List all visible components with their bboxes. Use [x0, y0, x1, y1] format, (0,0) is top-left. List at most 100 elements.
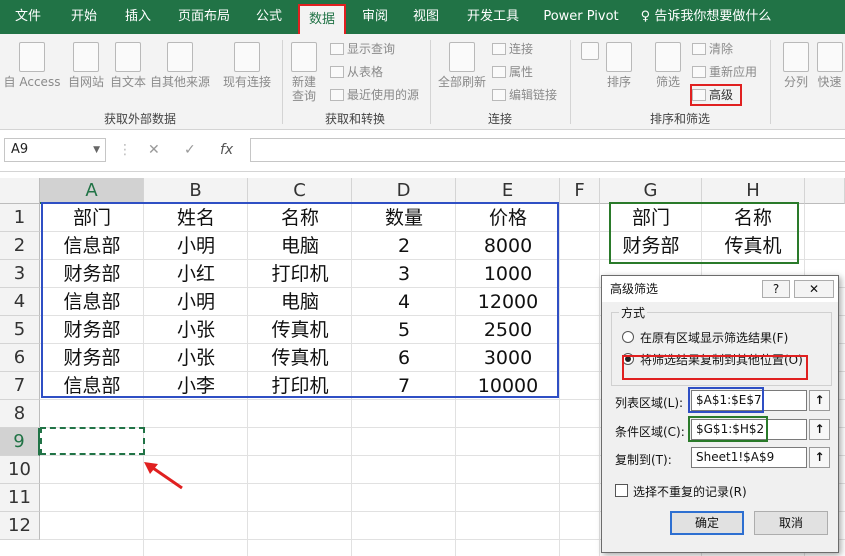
chevron-down-icon[interactable]: ▼	[93, 139, 100, 161]
clear-filter-icon	[692, 43, 706, 55]
text-to-columns-button[interactable]: 分列	[776, 42, 816, 89]
column-header-e[interactable]: E	[456, 178, 560, 204]
tab-home[interactable]: 开始	[60, 0, 108, 34]
row-header-12[interactable]: 12	[0, 512, 40, 540]
group-label-connections: 连接	[487, 112, 512, 126]
sort-icon	[606, 42, 632, 72]
ribbon-separator	[770, 40, 771, 124]
properties-icon	[492, 66, 506, 78]
properties-button[interactable]: 属性	[492, 64, 533, 80]
ok-button[interactable]: 确定	[670, 511, 744, 535]
group-label-get-transform: 获取和转换	[324, 112, 385, 126]
criteria-range-outline	[609, 202, 799, 264]
ribbon: 自 Access 自网站 自文本 自其他来源 现有连接 获取外部数据 新建 查询 …	[0, 34, 845, 130]
from-other-sources-button[interactable]: 自其他来源	[150, 42, 210, 89]
row-header-5[interactable]: 5	[0, 316, 40, 344]
collapse-dialog-icon[interactable]: ↑	[809, 419, 830, 440]
show-query-button[interactable]: 显示查询	[330, 41, 395, 57]
cancel-icon[interactable]: ✕	[148, 138, 160, 162]
edit-links-button[interactable]: 编辑链接	[492, 87, 557, 103]
tab-developer[interactable]: 开发工具	[458, 0, 528, 34]
ribbon-tabs: 文件 开始 插入 页面布局 公式 数据 审阅 视图 开发工具 Power Piv…	[0, 0, 845, 34]
table-icon	[330, 43, 344, 55]
column-header-a[interactable]: A	[40, 178, 144, 204]
row-header-2[interactable]: 2	[0, 232, 40, 260]
tab-power-pivot[interactable]: Power Pivot	[538, 0, 624, 34]
existing-connections-icon	[234, 42, 260, 72]
row-header-4[interactable]: 4	[0, 288, 40, 316]
column-header-c[interactable]: C	[248, 178, 352, 204]
from-table-button[interactable]: 从表格	[330, 64, 383, 80]
flash-fill-icon	[816, 42, 843, 72]
help-button[interactable]: ?	[762, 280, 790, 298]
clear-button[interactable]: 清除	[692, 41, 733, 57]
copy-to-input[interactable]: Sheet1!$A$9	[691, 447, 807, 468]
tab-insert[interactable]: 插入	[114, 0, 162, 34]
flash-fill-button[interactable]: 快速	[814, 42, 845, 89]
tab-data[interactable]: 数据	[298, 4, 346, 34]
cancel-button[interactable]: 取消	[754, 511, 828, 535]
advanced-filter-dialog: 高级筛选 ? ✕ 方式 在原有区域显示筛选结果(F) 将筛选结果复制到其他位置(…	[601, 275, 839, 553]
unique-records-checkbox[interactable]	[615, 484, 628, 497]
column-header-g[interactable]: G	[600, 178, 702, 204]
table-icon	[330, 66, 344, 78]
sort-button[interactable]: 排序	[604, 42, 634, 89]
from-web-button[interactable]: 自网站	[64, 42, 108, 89]
new-query-icon	[291, 42, 317, 72]
formula-bar: A9 ▼ ⋮ ✕ ✓ fx	[0, 130, 845, 172]
criteria-range-label: 条件区域(C):	[615, 425, 685, 439]
row-header-9[interactable]: 9	[0, 428, 40, 456]
name-box[interactable]: A9 ▼	[4, 138, 106, 162]
tell-me-box[interactable]: ♀ 告诉我你想要做什么	[636, 0, 776, 34]
recent-sources-button[interactable]: 最近使用的源	[330, 87, 419, 103]
row-header-3[interactable]: 3	[0, 260, 40, 288]
column-header-d[interactable]: D	[352, 178, 456, 204]
copy-to-label: 复制到(T):	[615, 453, 672, 467]
filter-button[interactable]: 筛选	[650, 42, 686, 89]
sort-az-button[interactable]	[576, 42, 604, 63]
row-header-10[interactable]: 10	[0, 456, 40, 484]
column-header-h[interactable]: H	[702, 178, 805, 204]
reapply-icon	[692, 66, 706, 78]
tab-view[interactable]: 视图	[404, 0, 448, 34]
formula-input[interactable]	[250, 138, 845, 162]
from-text-button[interactable]: 自文本	[106, 42, 150, 89]
criteria-range-highlight	[688, 416, 768, 442]
tab-review[interactable]: 审阅	[354, 0, 396, 34]
reapply-button[interactable]: 重新应用	[692, 64, 757, 80]
from-access-button[interactable]: 自 Access	[2, 42, 62, 89]
collapse-dialog-icon[interactable]: ↑	[809, 447, 830, 468]
collapse-dialog-icon[interactable]: ↑	[809, 390, 830, 411]
ribbon-separator	[430, 40, 431, 124]
split-icon	[783, 42, 809, 72]
tab-file[interactable]: 文件	[4, 0, 52, 34]
existing-connections-button[interactable]: 现有连接	[220, 42, 274, 89]
close-button[interactable]: ✕	[794, 280, 834, 298]
web-icon	[73, 42, 99, 72]
new-query-button[interactable]: 新建 查询	[286, 42, 322, 103]
enter-icon[interactable]: ✓	[184, 138, 196, 162]
radio-in-place-label[interactable]: 在原有区域显示筛选结果(F)	[640, 329, 788, 346]
text-file-icon	[115, 42, 141, 72]
sort-az-icon	[581, 42, 599, 60]
unique-records-label[interactable]: 选择不重复的记录(R)	[633, 483, 747, 500]
row-header-11[interactable]: 11	[0, 484, 40, 512]
row-header-6[interactable]: 6	[0, 344, 40, 372]
row-header-7[interactable]: 7	[0, 372, 40, 400]
row-header-8[interactable]: 8	[0, 400, 40, 428]
column-header-f[interactable]: F	[560, 178, 600, 204]
row-header-1[interactable]: 1	[0, 204, 40, 232]
clock-icon	[330, 89, 344, 101]
tab-formulas[interactable]: 公式	[246, 0, 292, 34]
insert-function-icon[interactable]: fx	[220, 138, 233, 162]
connections-button[interactable]: 连接	[492, 41, 533, 57]
select-all-corner[interactable]	[0, 178, 40, 204]
list-range-label: 列表区域(L):	[615, 396, 684, 410]
column-header-b[interactable]: B	[144, 178, 248, 204]
radio-in-place[interactable]	[622, 331, 634, 343]
lightbulb-icon: ♀	[640, 9, 655, 24]
refresh-all-button[interactable]: 全部刷新	[434, 42, 490, 89]
ribbon-separator	[282, 40, 283, 124]
list-range-highlight	[688, 387, 764, 413]
tab-page-layout[interactable]: 页面布局	[170, 0, 238, 34]
